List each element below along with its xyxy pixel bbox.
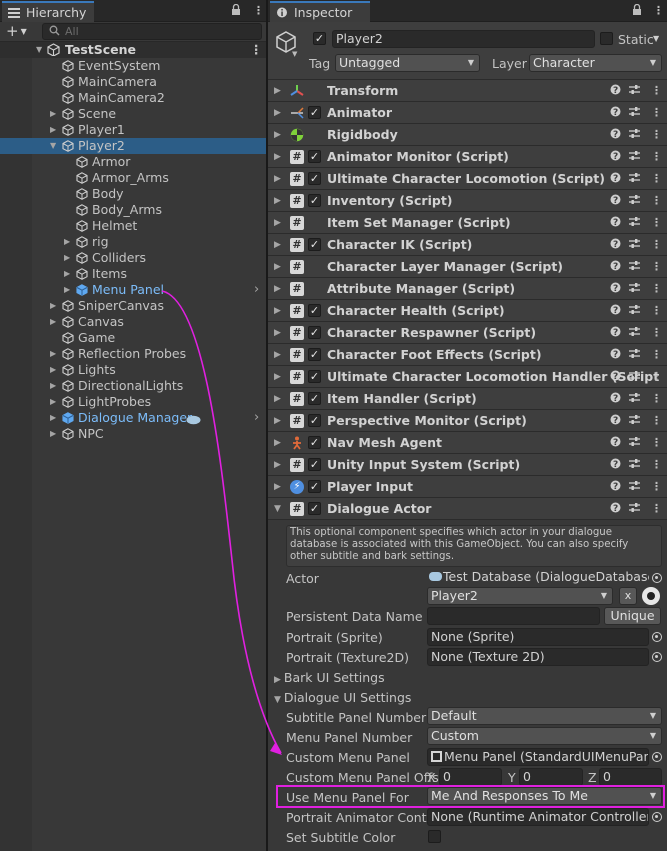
annotation-arrow: [161, 290, 282, 755]
